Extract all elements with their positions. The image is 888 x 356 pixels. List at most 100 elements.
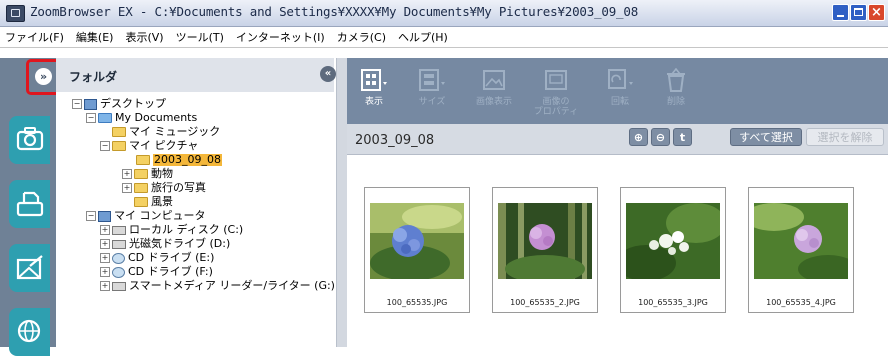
rotate-button[interactable]: 回転 <box>597 68 643 107</box>
menu-internet[interactable]: インターネット(I) <box>230 29 331 45</box>
tree-node-drive-c[interactable]: + ローカル ディスク (C:) <box>100 224 243 236</box>
print-icon <box>16 191 44 217</box>
size-button[interactable]: サイズ <box>409 68 455 107</box>
folder-icon <box>98 113 112 123</box>
tree-node-travel[interactable]: + 旅行の写真 <box>122 182 206 194</box>
collapse-toggle[interactable]: − <box>86 211 96 221</box>
tree-node-drive-d[interactable]: + 光磁気ドライブ (D:) <box>100 238 230 250</box>
delete-icon <box>667 68 685 92</box>
task-strip <box>0 58 56 356</box>
view-mode-icon <box>361 69 387 91</box>
desktop-icon <box>84 98 97 110</box>
view-mode-button[interactable]: 表示 <box>351 68 397 107</box>
main-toolbar: 表示 サイズ 画像表示 画像の プロパティ 回転 削除 <box>347 58 888 124</box>
maximize-button[interactable] <box>850 4 867 21</box>
expand-toggle[interactable]: + <box>100 253 110 263</box>
zoom-in-button[interactable]: ⊕ <box>629 128 648 146</box>
email-tab[interactable] <box>9 244 50 292</box>
thumbnail-filename: 100_65535.JPG <box>386 298 448 307</box>
image-view-icon <box>483 70 505 90</box>
menu-edit[interactable]: 編集(E) <box>70 29 120 45</box>
cd-icon <box>112 252 125 264</box>
collapse-toggle[interactable]: − <box>86 113 96 123</box>
expand-toggle[interactable]: + <box>100 281 110 291</box>
delete-button[interactable]: 削除 <box>653 68 699 107</box>
camera-tab[interactable] <box>9 116 50 164</box>
menu-tools[interactable]: ツール(T) <box>170 29 230 45</box>
zoom-out-button[interactable]: ⊖ <box>651 128 670 146</box>
tree-node-my-documents[interactable]: − My Documents <box>86 112 197 124</box>
zoom-in-icon: ⊕ <box>633 131 644 144</box>
tree-node-my-computer[interactable]: − マイ コンピュータ <box>86 210 206 222</box>
current-folder-path: 2003_09_08 <box>355 133 435 148</box>
thumbnail-filename: 100_65535_2.JPG <box>510 298 580 307</box>
expand-toggle[interactable]: + <box>122 169 132 179</box>
expand-toggle[interactable]: + <box>100 225 110 235</box>
folder-icon <box>134 169 148 179</box>
thumbnail-item[interactable]: 100_65535_3.JPG <box>620 187 726 313</box>
menu-bar: ファイル(F) 編集(E) 表示(V) ツール(T) インターネット(I) カメ… <box>0 27 888 48</box>
tree-node-my-music[interactable]: マイ ミュージック <box>112 126 220 138</box>
menu-help[interactable]: ヘルプ(H) <box>392 29 454 45</box>
tree-node-2003-09-08[interactable]: 2003_09_08 <box>136 154 222 166</box>
drive-icon <box>112 239 126 249</box>
folder-icon <box>134 183 148 193</box>
thumbnail-item[interactable]: 100_65535_2.JPG <box>492 187 598 313</box>
collapse-toggle[interactable]: − <box>72 99 82 109</box>
folder-icon <box>112 141 126 151</box>
tree-node-desktop[interactable]: − デスクトップ <box>72 98 166 110</box>
thumbnail-filename: 100_65535_3.JPG <box>638 298 708 307</box>
tree-node-drive-g[interactable]: + スマートメディア リーダー/ライター (G:) <box>100 280 335 292</box>
tree-node-drive-e[interactable]: + CD ドライブ (E:) <box>100 252 214 264</box>
expand-toggle[interactable]: + <box>100 267 110 277</box>
rotate-icon <box>608 69 633 89</box>
computer-icon <box>98 210 111 222</box>
thumbnail-item[interactable]: 100_65535_4.JPG <box>748 187 854 313</box>
thumbnail-item[interactable]: 100_65535.JPG <box>364 187 470 313</box>
photo-hydrangea-white <box>626 203 720 279</box>
up-arrow-icon: t <box>679 131 686 144</box>
web-tab[interactable] <box>9 308 50 356</box>
zoom-out-icon: ⊖ <box>655 131 666 144</box>
tree-node-drive-f[interactable]: + CD ドライブ (F:) <box>100 266 213 278</box>
app-icon <box>6 5 25 22</box>
thumbnail-size-icon <box>419 69 445 91</box>
email-icon <box>16 255 43 280</box>
collapse-toggle[interactable]: − <box>100 141 110 151</box>
tree-node-animals[interactable]: + 動物 <box>122 168 173 180</box>
menu-camera[interactable]: カメラ(C) <box>331 29 392 45</box>
photo-hydrangea-lavender <box>754 203 848 279</box>
up-folder-button[interactable]: t <box>673 128 692 146</box>
drive-icon <box>112 225 126 235</box>
path-bar: 2003_09_08 ⊕ ⊖ t すべて選択 選択を解除 <box>347 124 888 155</box>
photo-hydrangea-blue <box>370 203 464 279</box>
cd-icon <box>112 266 125 278</box>
window-title: ZoomBrowser EX - C:¥Documents and Settin… <box>30 4 639 19</box>
tree-node-landscape[interactable]: 風景 <box>134 196 173 208</box>
folder-icon <box>112 127 126 137</box>
collapse-panel-button[interactable]: « <box>320 66 336 82</box>
drive-icon <box>112 281 126 291</box>
tree-node-my-pictures[interactable]: − マイ ピクチャ <box>100 140 198 152</box>
minimize-button[interactable] <box>832 4 849 21</box>
photo-hydrangea-pink <box>498 203 592 279</box>
image-properties-icon <box>545 70 567 90</box>
camera-icon <box>16 127 44 151</box>
panel-splitter[interactable] <box>336 58 347 347</box>
folder-panel-title: フォルダ <box>69 70 118 84</box>
menu-file[interactable]: ファイル(F) <box>0 29 70 45</box>
expand-toggle[interactable]: + <box>100 239 110 249</box>
image-view-button[interactable]: 画像表示 <box>471 68 517 107</box>
menu-view[interactable]: 表示(V) <box>119 29 169 45</box>
thumbnail-area: 100_65535.JPG 100_65535_2.JPG 100_65535_… <box>347 155 888 347</box>
thumbnail-filename: 100_65535_4.JPG <box>766 298 836 307</box>
print-tab[interactable] <box>9 180 50 228</box>
deselect-button[interactable]: 選択を解除 <box>806 128 884 146</box>
expand-toggle[interactable]: + <box>122 183 132 193</box>
title-bar: ZoomBrowser EX - C:¥Documents and Settin… <box>0 0 888 27</box>
image-properties-button[interactable]: 画像の プロパティ <box>533 68 579 117</box>
select-all-button[interactable]: すべて選択 <box>730 128 802 146</box>
close-button[interactable]: × <box>868 4 885 21</box>
folder-panel-header: フォルダ <box>56 58 334 92</box>
folder-icon <box>134 197 148 207</box>
